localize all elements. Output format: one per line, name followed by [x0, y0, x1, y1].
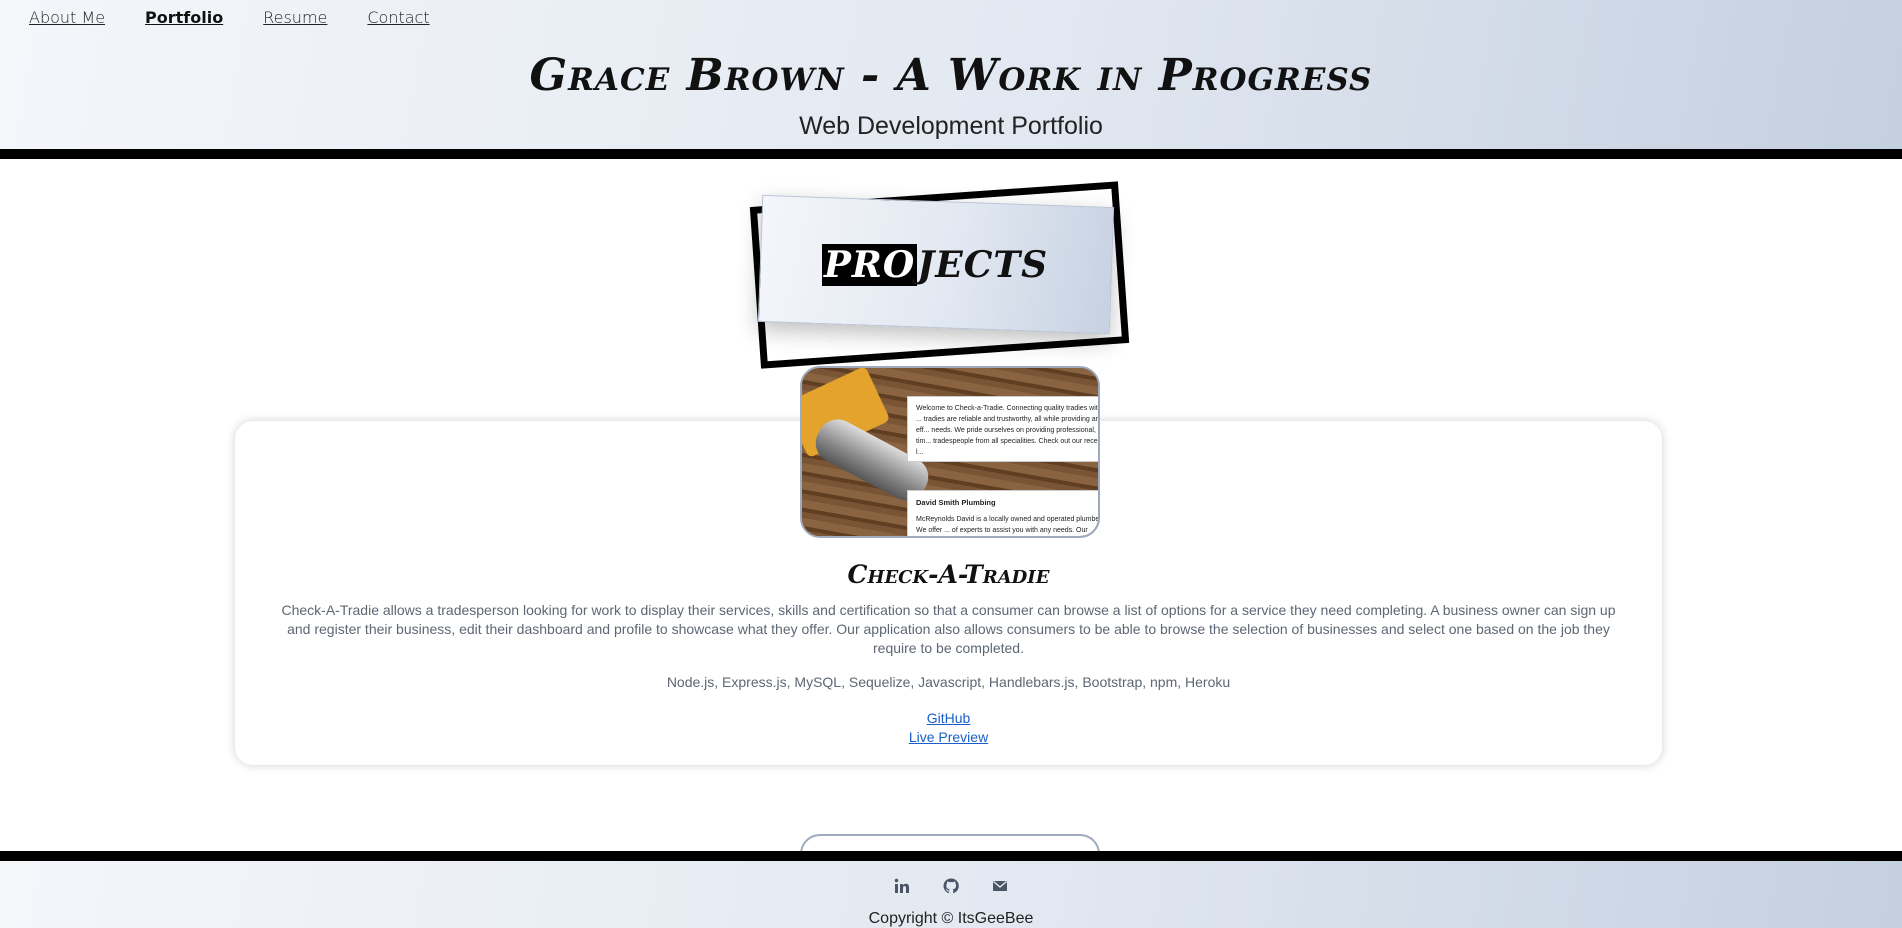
nav-resume[interactable]: Resume [263, 8, 327, 27]
projects-heading-highlight: PRO [821, 244, 918, 286]
project-screenshot: Welcome to Check-a-Tradie. Connecting qu… [800, 366, 1100, 538]
project-title: Check-A-Tradie [847, 560, 1050, 589]
footer-divider [0, 851, 1902, 861]
site-footer: Copyright © ItsGeeBee [0, 861, 1902, 928]
project-tech-stack: Node.js, Express.js, MySQL, Sequelize, J… [666, 674, 1231, 690]
github-link[interactable]: GitHub [927, 710, 971, 726]
nav-portfolio[interactable]: Portfolio [145, 8, 223, 27]
social-links [0, 875, 1902, 894]
main-nav: About Me Portfolio Resume Contact [29, 8, 470, 27]
nav-about-me[interactable]: About Me [29, 8, 105, 27]
copyright-text: Copyright © ItsGeeBee [868, 910, 1034, 927]
site-subtitle: Web Development Portfolio [799, 112, 1103, 140]
linkedin-icon[interactable] [894, 878, 910, 894]
site-header: About Me Portfolio Resume Contact Grace … [0, 0, 1902, 149]
nav-contact[interactable]: Contact [367, 8, 429, 27]
project-description: Check-A-Tradie allows a tradesperson loo… [281, 602, 1616, 656]
project-links: GitHub Live Preview [235, 709, 1662, 747]
email-icon[interactable] [992, 878, 1008, 894]
projects-heading: PROJECTS [745, 244, 1125, 286]
screenshot-welcome-panel: Welcome to Check-a-Tradie. Connecting qu… [907, 396, 1098, 462]
header-divider [0, 149, 1902, 159]
github-icon[interactable] [943, 877, 959, 894]
site-title: Grace Brown - A Work in Progress [529, 50, 1373, 101]
screenshot-business-title: David Smith Plumbing [916, 498, 996, 507]
projects-heading-rest: JECTS [917, 244, 1049, 286]
live-preview-link[interactable]: Live Preview [909, 729, 988, 745]
screenshot-business-panel: David Smith Plumbing McReynolds David is… [907, 490, 1100, 536]
screenshot-business-text: McReynolds David is a locally owned and … [916, 516, 1100, 534]
projects-banner: PROJECTS [745, 181, 1130, 369]
